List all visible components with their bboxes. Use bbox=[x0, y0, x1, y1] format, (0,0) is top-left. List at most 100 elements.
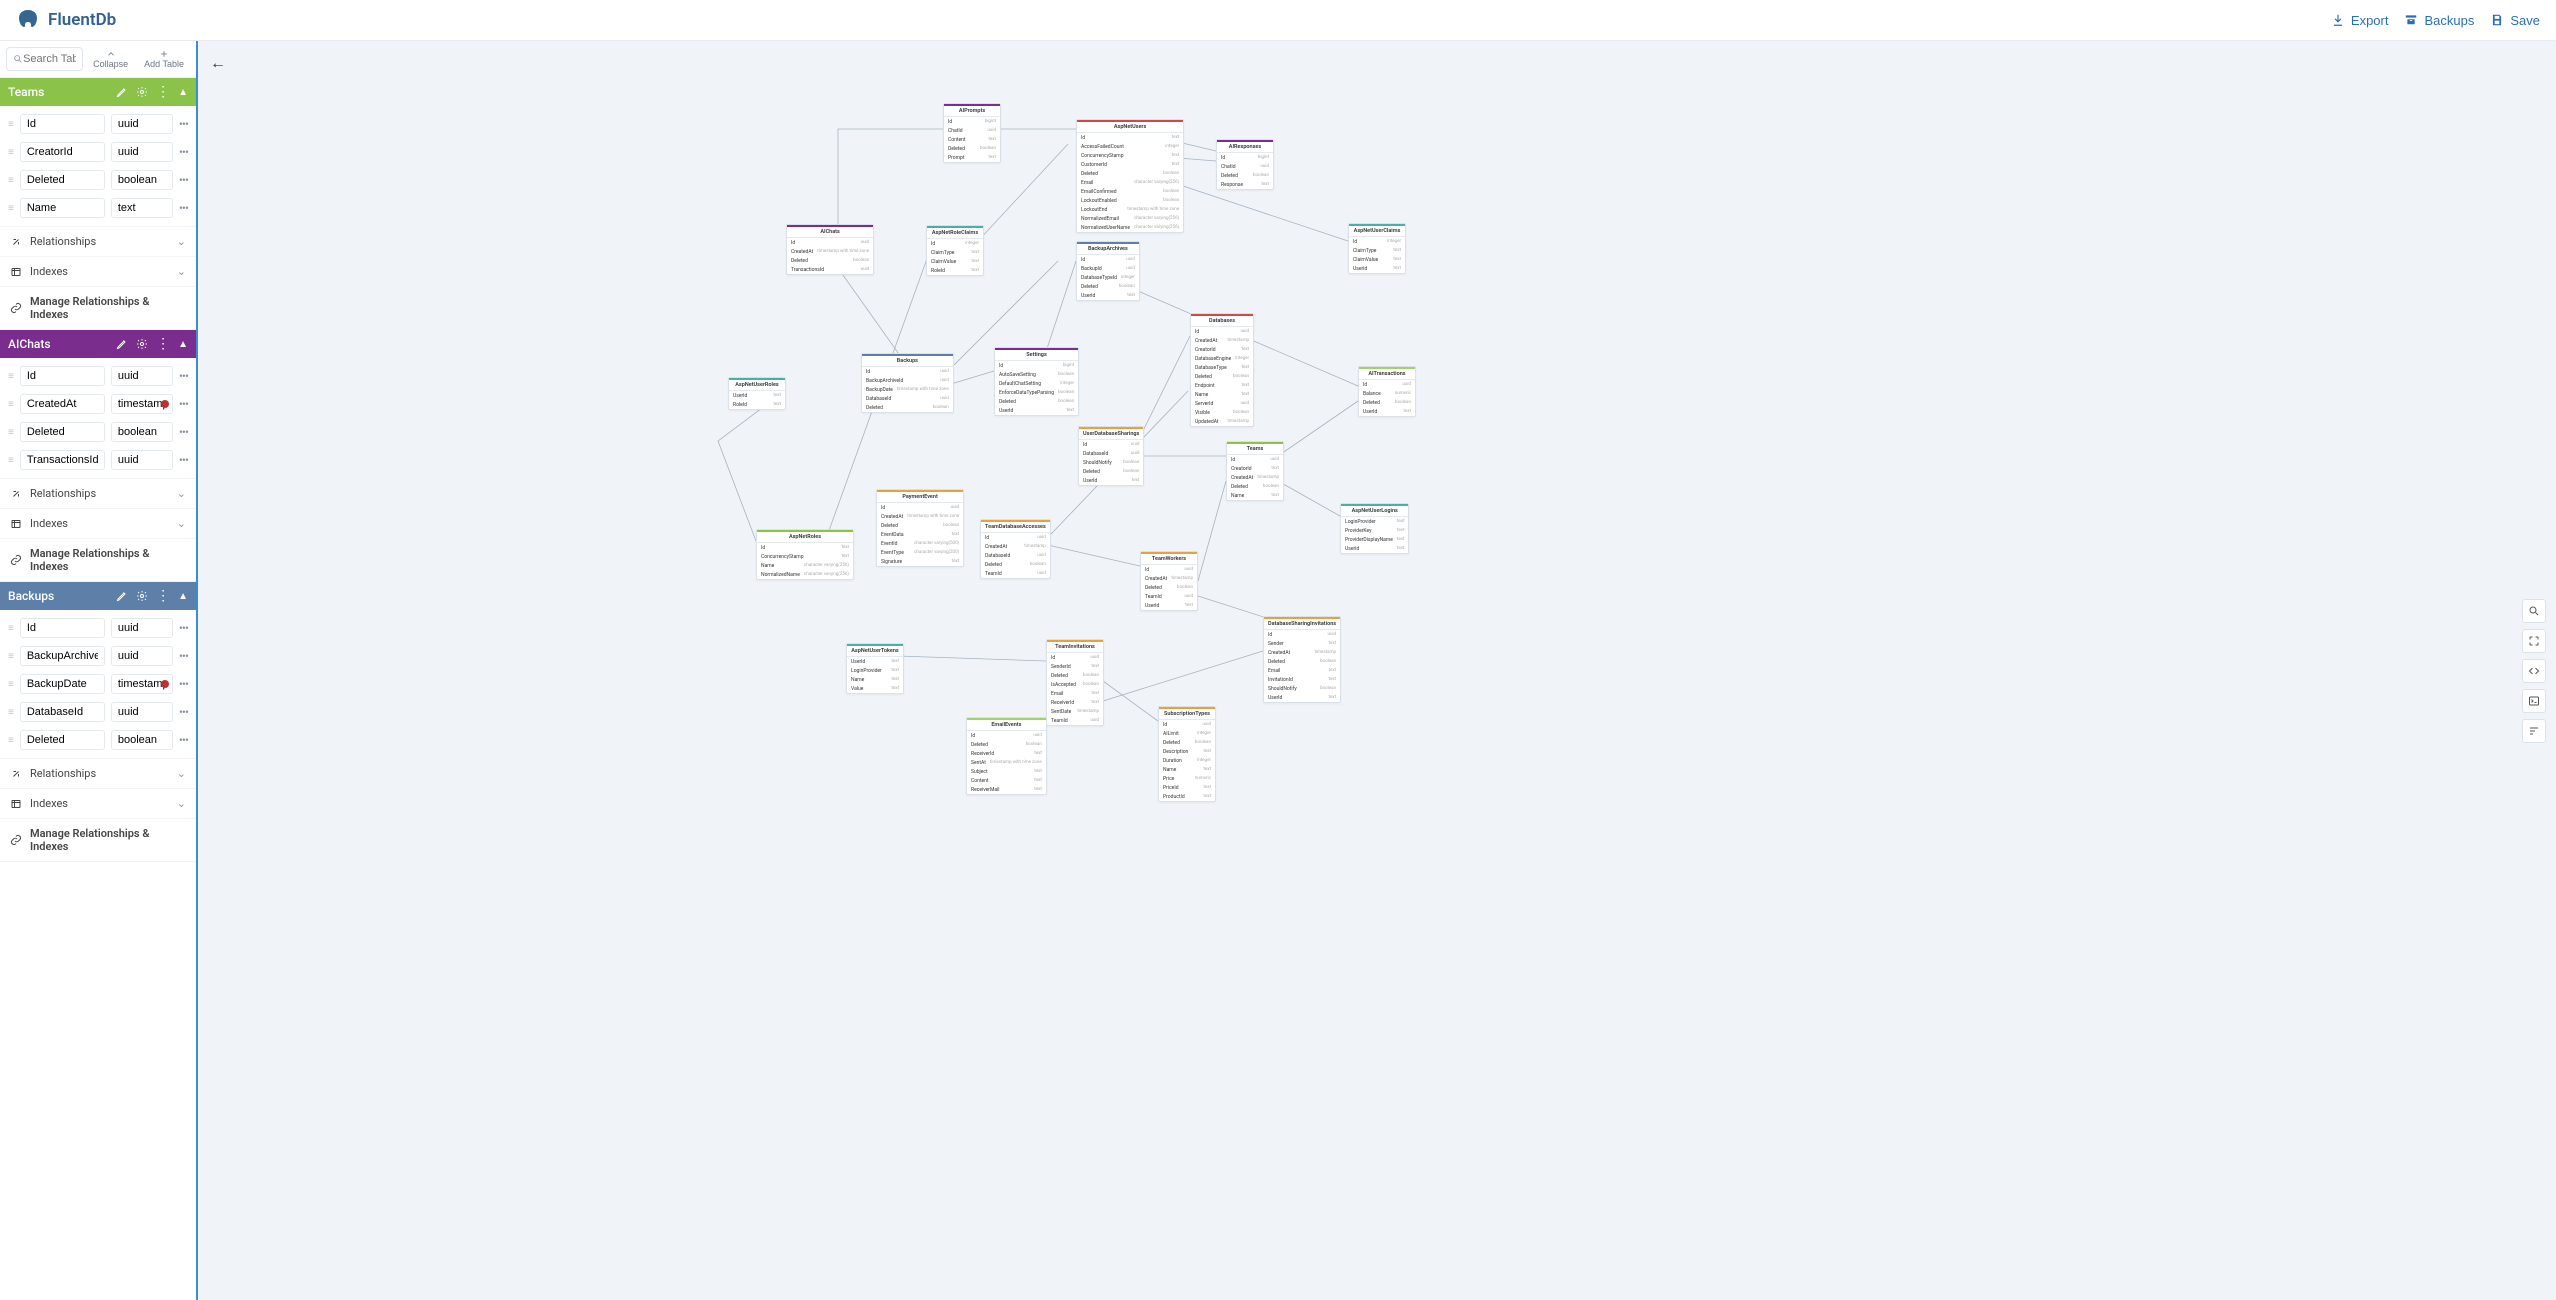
fullscreen-button[interactable] bbox=[2522, 629, 2546, 653]
entity-card[interactable]: AIPromptsIdbigintChatIduuidContenttextDe… bbox=[943, 103, 1001, 163]
entity-card[interactable]: TeamDatabaseAccessesIduuidCreatedAttimes… bbox=[980, 519, 1051, 579]
entity-card[interactable]: AspNetUserClaimsIdintegerClaimTypetextCl… bbox=[1348, 223, 1406, 274]
sort-button[interactable] bbox=[2522, 719, 2546, 743]
column-type-input[interactable] bbox=[111, 170, 173, 190]
indexes-row[interactable]: Indexes⌄ bbox=[0, 508, 196, 538]
column-more-icon[interactable]: ••• bbox=[179, 397, 188, 411]
column-type-input[interactable] bbox=[111, 618, 173, 638]
column-more-icon[interactable]: ••• bbox=[179, 369, 188, 383]
column-name-input[interactable] bbox=[20, 366, 105, 386]
column-name-input[interactable] bbox=[20, 198, 105, 218]
code-button[interactable] bbox=[2522, 659, 2546, 683]
entity-card[interactable]: AspNetRoleClaimsIdintegerClaimTypetextCl… bbox=[926, 225, 984, 276]
entity-card[interactable]: AspNetUserRolesUserIdtextRoleIdtext bbox=[728, 377, 786, 410]
entity-card[interactable]: TeamInvitationsIduuidSenderIdtextDeleted… bbox=[1046, 639, 1104, 726]
column-more-icon[interactable]: ••• bbox=[179, 677, 188, 691]
gear-icon[interactable] bbox=[136, 86, 148, 98]
drag-handle-icon[interactable]: ≡ bbox=[8, 119, 14, 130]
indexes-row[interactable]: Indexes⌄ bbox=[0, 256, 196, 286]
column-name-input[interactable] bbox=[20, 730, 105, 750]
drag-handle-icon[interactable]: ≡ bbox=[8, 147, 14, 158]
column-more-icon[interactable]: ••• bbox=[179, 145, 188, 159]
edit-icon[interactable] bbox=[116, 590, 128, 602]
column-more-icon[interactable]: ••• bbox=[179, 453, 188, 467]
drag-handle-icon[interactable]: ≡ bbox=[8, 371, 14, 382]
drag-handle-icon[interactable]: ≡ bbox=[8, 679, 14, 690]
diagram-canvas[interactable]: ← AIPromptsIdbigintChatIduuidContenttext… bbox=[198, 41, 2556, 1300]
terminal-button[interactable] bbox=[2522, 689, 2546, 713]
column-more-icon[interactable]: ••• bbox=[179, 117, 188, 131]
entity-card[interactable]: AIChatsIduuidCreatedAttimestamp with tim… bbox=[786, 224, 874, 275]
column-type-input[interactable] bbox=[111, 114, 173, 134]
column-name-input[interactable] bbox=[20, 618, 105, 638]
more-icon[interactable]: ⋮ bbox=[156, 588, 170, 604]
entity-card[interactable]: BackupsIduuidBackupArchiveIduuidBackupDa… bbox=[861, 353, 954, 413]
manage-row[interactable]: Manage Relationships & Indexes bbox=[0, 538, 196, 581]
drag-handle-icon[interactable]: ≡ bbox=[8, 203, 14, 214]
entity-card[interactable]: AspNetUsersIdtextAccessFailedCountintege… bbox=[1076, 119, 1184, 233]
entity-card[interactable]: AIResponsesIdbigintChatIduuidDeletedbool… bbox=[1216, 139, 1274, 190]
drag-handle-icon[interactable]: ≡ bbox=[8, 707, 14, 718]
column-name-input[interactable] bbox=[20, 170, 105, 190]
search-input-wrapper[interactable] bbox=[6, 47, 83, 71]
save-button[interactable]: Save bbox=[2490, 13, 2540, 28]
entity-card[interactable]: TeamsIduuidCreatorIdtextCreatedAttimesta… bbox=[1226, 441, 1284, 501]
column-more-icon[interactable]: ••• bbox=[179, 201, 188, 215]
column-name-input[interactable] bbox=[20, 394, 105, 414]
drag-handle-icon[interactable]: ≡ bbox=[8, 735, 14, 746]
relationships-row[interactable]: Relationships⌄ bbox=[0, 478, 196, 508]
column-type-input[interactable] bbox=[111, 450, 173, 470]
gear-icon[interactable] bbox=[136, 338, 148, 350]
table-header[interactable]: Backups⋮▲ bbox=[0, 582, 196, 610]
backups-button[interactable]: Backups bbox=[2404, 13, 2474, 28]
drag-handle-icon[interactable]: ≡ bbox=[8, 427, 14, 438]
collapse-icon[interactable]: ▲ bbox=[178, 339, 188, 350]
edit-icon[interactable] bbox=[116, 338, 128, 350]
table-header[interactable]: Teams⋮▲ bbox=[0, 78, 196, 106]
column-more-icon[interactable]: ••• bbox=[179, 733, 188, 747]
column-name-input[interactable] bbox=[20, 450, 105, 470]
column-name-input[interactable] bbox=[20, 674, 105, 694]
column-more-icon[interactable]: ••• bbox=[179, 705, 188, 719]
entity-card[interactable]: AspNetUserTokensUserIdtextLoginProvidert… bbox=[846, 643, 904, 694]
add-table-button[interactable]: Add Table bbox=[138, 47, 190, 71]
entity-card[interactable]: PaymentEventIduuidCreatedAttimestamp wit… bbox=[876, 489, 964, 567]
relationships-row[interactable]: Relationships⌄ bbox=[0, 758, 196, 788]
column-name-input[interactable] bbox=[20, 114, 105, 134]
column-type-input[interactable] bbox=[111, 366, 173, 386]
column-name-input[interactable] bbox=[20, 702, 105, 722]
manage-row[interactable]: Manage Relationships & Indexes bbox=[0, 818, 196, 861]
column-type-input[interactable] bbox=[111, 646, 173, 666]
zoom-button[interactable] bbox=[2522, 599, 2546, 623]
column-more-icon[interactable]: ••• bbox=[179, 425, 188, 439]
column-name-input[interactable] bbox=[20, 142, 105, 162]
more-icon[interactable]: ⋮ bbox=[156, 84, 170, 100]
entity-card[interactable]: TeamWorkersIduuidCreatedAttimestampDelet… bbox=[1140, 551, 1198, 611]
indexes-row[interactable]: Indexes⌄ bbox=[0, 788, 196, 818]
collapse-icon[interactable]: ▲ bbox=[178, 591, 188, 602]
entity-card[interactable]: BackupArchivesIduuidBackupIduuidDatabase… bbox=[1076, 241, 1140, 301]
entity-card[interactable]: DatabaseSharingInvitationsIduuidSenderte… bbox=[1263, 616, 1341, 703]
entity-card[interactable]: EmailEventsIduuidDeletedbooleanReceiverI… bbox=[966, 717, 1047, 795]
entity-card[interactable]: AspNetRolesIdtextConcurrencyStamptextNam… bbox=[756, 529, 854, 580]
column-type-input[interactable] bbox=[111, 198, 173, 218]
edit-icon[interactable] bbox=[116, 86, 128, 98]
drag-handle-icon[interactable]: ≡ bbox=[8, 623, 14, 634]
column-type-input[interactable] bbox=[111, 142, 173, 162]
column-type-input[interactable] bbox=[111, 702, 173, 722]
column-type-input[interactable] bbox=[111, 422, 173, 442]
table-header[interactable]: AIChats⋮▲ bbox=[0, 330, 196, 358]
more-icon[interactable]: ⋮ bbox=[156, 336, 170, 352]
entity-card[interactable]: AspNetUserLoginsLoginProvidertextProvide… bbox=[1340, 503, 1409, 554]
column-type-input[interactable] bbox=[111, 730, 173, 750]
gear-icon[interactable] bbox=[136, 590, 148, 602]
entity-card[interactable]: AITransactionsIduuidBalancenumericDelete… bbox=[1358, 366, 1416, 417]
entity-card[interactable]: DatabasesIduuidCreatedAttimestampCreator… bbox=[1190, 313, 1254, 427]
drag-handle-icon[interactable]: ≡ bbox=[8, 455, 14, 466]
column-name-input[interactable] bbox=[20, 422, 105, 442]
column-more-icon[interactable]: ••• bbox=[179, 173, 188, 187]
drag-handle-icon[interactable]: ≡ bbox=[8, 651, 14, 662]
column-more-icon[interactable]: ••• bbox=[179, 649, 188, 663]
entity-card[interactable]: SettingsIdbigintAutoSaveSettingbooleanDe… bbox=[994, 347, 1079, 416]
entity-card[interactable]: UserDatabaseSharingsIduuidDatabaseIduuid… bbox=[1078, 426, 1144, 486]
